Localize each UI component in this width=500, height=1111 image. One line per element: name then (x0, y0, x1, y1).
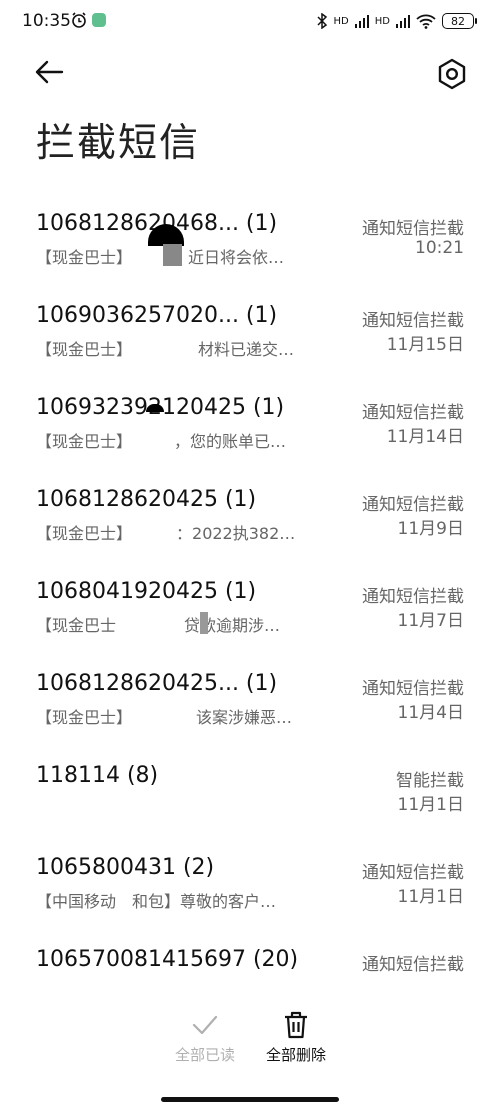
message-tag: 智能拦截 (396, 771, 464, 791)
check-icon (192, 1015, 218, 1035)
message-time: 11月15日 (386, 335, 464, 355)
message-row[interactable]: 1068128620425 (1) 【现金巴士】 ：2022执382… 通知短信拦… (0, 476, 500, 568)
page-title: 拦截短信 (36, 121, 201, 166)
message-time: 11月4日 (397, 703, 464, 723)
message-sender: 1065800431 (2) (36, 855, 215, 880)
bottom-action-bar: 全部已读 全部删除 (0, 1000, 500, 1080)
message-preview: 【现金巴士】 该案涉嫌恶… (36, 708, 293, 727)
message-time: 11月9日 (397, 519, 464, 539)
message-tag: 通知短信拦截 (362, 219, 464, 239)
message-row[interactable]: 1068128620425... (1) 【现金巴士】 该案涉嫌恶… 通知短信拦截… (0, 660, 500, 752)
message-list: 1068128620468... (1) 【现金巴士】 ，近日将会依… 通知短信拦… (0, 200, 500, 1028)
redaction-mark (163, 244, 182, 266)
message-sender: 1069036257020... (1) (36, 303, 278, 328)
back-arrow-icon (35, 60, 64, 84)
redaction-mark (200, 612, 208, 634)
alarm-icon (72, 12, 86, 28)
trash-icon (285, 1011, 307, 1039)
status-bar: 10:35 HD HD 82 (0, 0, 500, 44)
message-preview: 【现金巴士】 材料已递交… (36, 340, 295, 359)
message-row[interactable]: 106932392120425 (1) 【现金巴士】 ，您的账单已… 通知短信拦截… (0, 384, 500, 476)
message-tag: 通知短信拦截 (362, 863, 464, 883)
signal-2-icon (396, 15, 410, 28)
message-row[interactable]: 1068041920425 (1) 【现金巴士 贷款逾期涉… 通知短信拦截 11月… (0, 568, 500, 660)
message-preview: 【中国移动 和包】尊敬的客户… (36, 892, 277, 911)
delete-all-button[interactable]: 全部删除 (236, 1010, 356, 1065)
message-tag: 通知短信拦截 (362, 587, 464, 607)
message-sender: 106570081415697 (20) (36, 947, 299, 972)
back-button[interactable] (32, 55, 72, 91)
signal-1-icon (354, 15, 369, 28)
settings-button[interactable] (434, 56, 474, 92)
message-preview: 【现金巴士 贷款逾期涉… (36, 616, 281, 635)
message-row[interactable]: 1069036257020... (1) 【现金巴士】 材料已递交… 通知短信拦截… (0, 292, 500, 384)
message-tag: 通知短信拦截 (362, 403, 464, 423)
status-time: 10:35 (22, 11, 71, 31)
message-time: 10:21 (415, 238, 464, 258)
message-row[interactable]: 1065800431 (2) 【中国移动 和包】尊敬的客户… 通知短信拦截 11… (0, 844, 500, 936)
signal-label-2: HD (374, 15, 390, 27)
message-preview: 【现金巴士】 ，近日将会依… (36, 248, 285, 267)
message-sender: 1068128620425... (1) (36, 671, 278, 696)
delete-all-label: 全部删除 (265, 1046, 326, 1064)
message-sender: 1068041920425 (1) (36, 579, 257, 604)
redaction-mark (146, 404, 164, 412)
settings-icon (438, 58, 466, 90)
battery-icon: 82 (442, 13, 477, 29)
message-row[interactable]: 118114 (8) 智能拦截 11月1日 (0, 752, 500, 844)
bluetooth-icon (317, 13, 327, 29)
message-sender: 1068128620425 (1) (36, 487, 257, 512)
message-preview: 【现金巴士】 ：2022执382… (36, 524, 296, 543)
message-tag: 通知短信拦截 (362, 495, 464, 515)
mark-all-read-label: 全部已读 (174, 1046, 235, 1064)
message-time: 11月1日 (397, 887, 464, 907)
signal-label: HD (333, 15, 349, 27)
app-notification-icon (92, 13, 106, 27)
message-time: 11月1日 (397, 795, 464, 815)
message-time: 11月7日 (397, 611, 464, 631)
message-time: 11月14日 (386, 427, 464, 447)
home-indicator[interactable] (161, 1097, 339, 1102)
message-sender: 118114 (8) (36, 763, 159, 788)
message-tag: 通知短信拦截 (362, 679, 464, 699)
wifi-icon (416, 14, 436, 29)
message-preview: 【现金巴士】 ，您的账单已… (36, 432, 287, 451)
message-tag: 通知短信拦截 (362, 311, 464, 331)
message-row[interactable]: 1068128620468... (1) 【现金巴士】 ，近日将会依… 通知短信拦… (0, 200, 500, 292)
